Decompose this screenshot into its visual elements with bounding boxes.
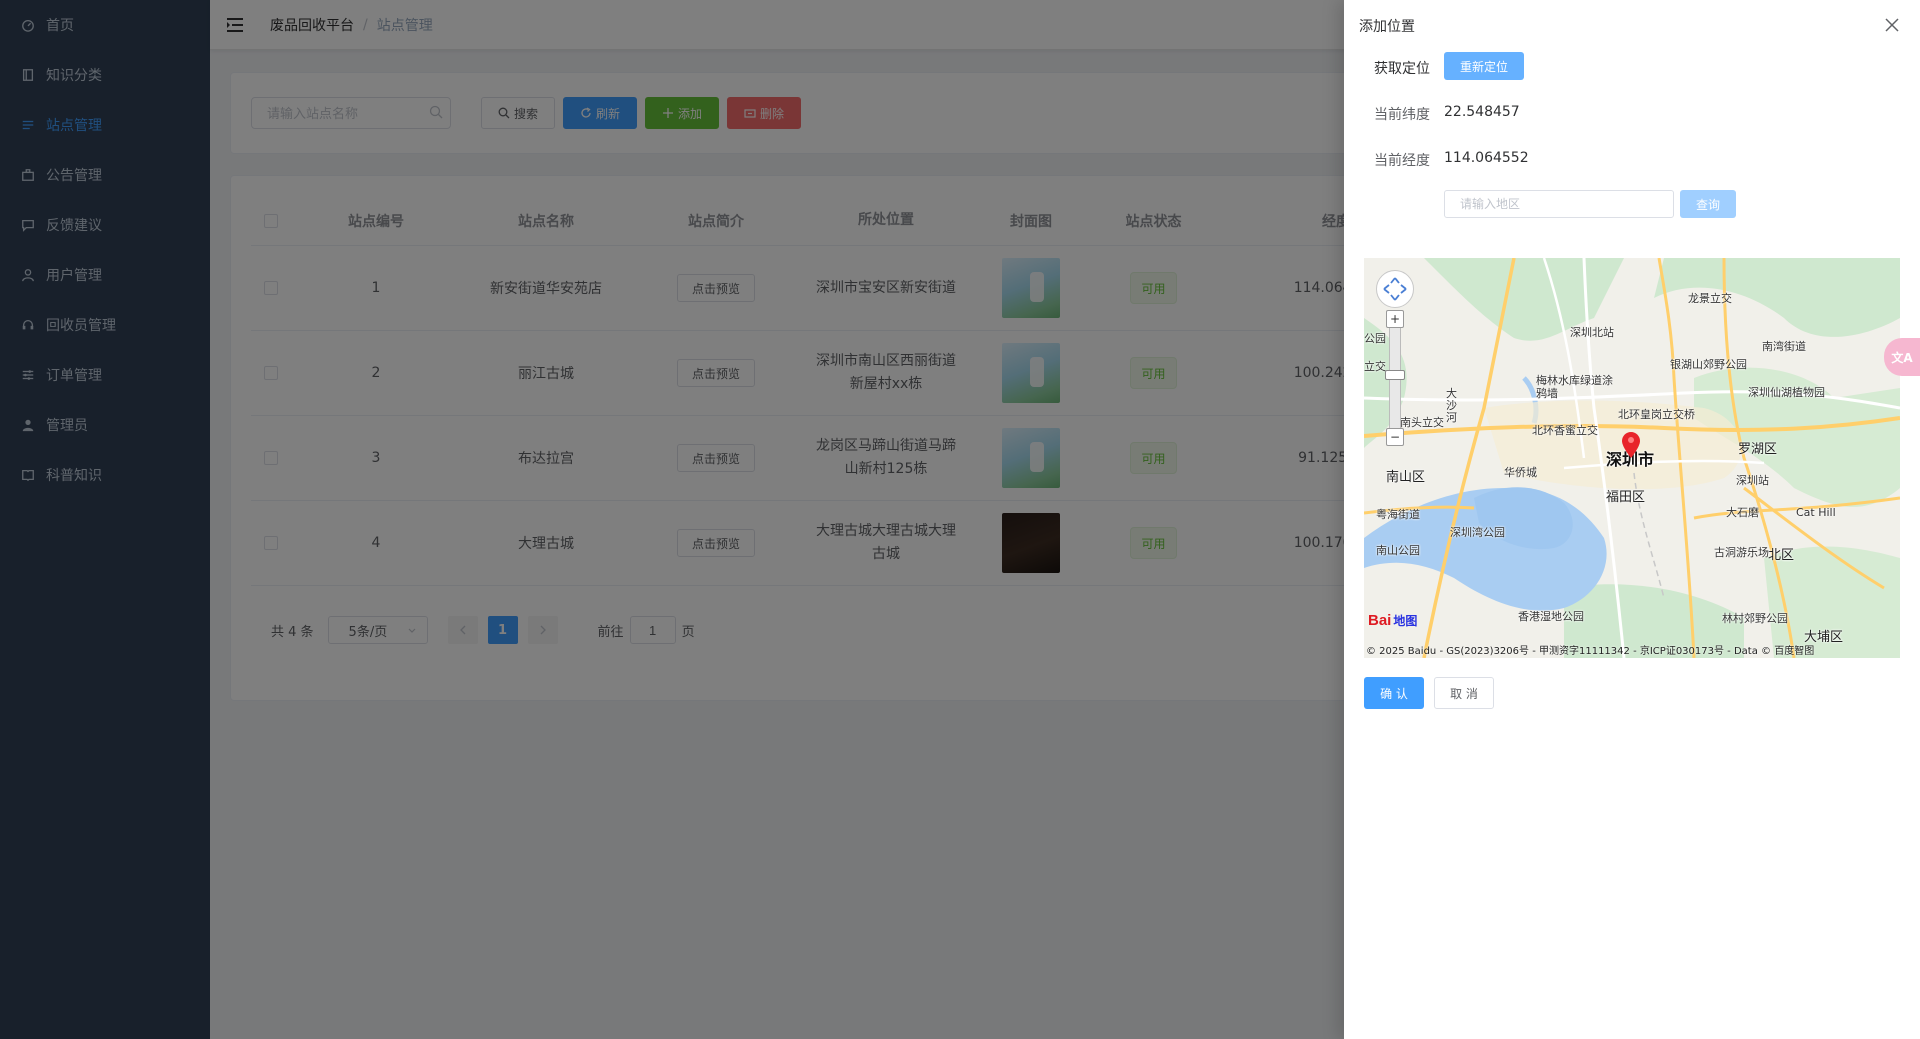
map-label: 华侨城 <box>1504 466 1537 479</box>
baidu-map-logo: Bai 地图 <box>1368 612 1417 629</box>
map-label: 北环香蜜立交 <box>1532 424 1598 437</box>
map-label: 香港湿地公园 <box>1518 610 1584 623</box>
latitude-value: 22.548457 <box>1444 104 1520 120</box>
map-label: 福田区 <box>1606 490 1646 505</box>
map-label: 公园 <box>1364 332 1386 345</box>
map-label: 深圳湾公园 <box>1450 526 1505 539</box>
map-label: 林村郊野公园 <box>1722 612 1788 625</box>
relocate-button[interactable]: 重新定位 <box>1444 52 1524 80</box>
map-label: 深圳仙湖植物园 <box>1748 386 1825 399</box>
map-label: 北区 <box>1768 548 1795 563</box>
drawer-title: 添加位置 <box>1359 19 1415 35</box>
map-label: 梅林水库绿道涂鸦墙 <box>1536 374 1613 400</box>
zoom-in-button[interactable]: + <box>1386 310 1404 328</box>
map-copyright: © 2025 Baidu - GS(2023)3206号 - 甲测资字11111… <box>1366 646 1815 657</box>
logo-text: Bai <box>1368 612 1392 629</box>
map-label: 粤海街道 <box>1376 508 1420 521</box>
map-label: 北环皇岗立交桥 <box>1618 408 1695 421</box>
latitude-label: 当前纬度 <box>1374 107 1430 123</box>
area-input[interactable] <box>1444 190 1674 218</box>
pan-arrows-icon <box>1383 277 1407 301</box>
map[interactable]: 深圳市 南山区 福田区 罗湖区 北区 大埔区 深圳北站 深圳站 龙景立交 南湾街… <box>1364 258 1900 658</box>
map-label: Cat Hill <box>1796 506 1836 519</box>
map-label: 南湾街道 <box>1762 340 1806 353</box>
map-label: 龙景立交 <box>1688 292 1732 305</box>
map-pan-control[interactable] <box>1376 270 1414 308</box>
longitude-label: 当前经度 <box>1374 153 1430 169</box>
location-pin-icon[interactable] <box>1622 432 1640 458</box>
zoom-slider-handle[interactable] <box>1385 370 1405 380</box>
map-label: 古洞游乐场 <box>1714 546 1769 559</box>
map-label: 大沙河 <box>1446 387 1457 424</box>
close-icon[interactable] <box>1884 17 1900 33</box>
longitude-value: 114.064552 <box>1444 150 1529 166</box>
get-location-label: 获取定位 <box>1374 61 1430 77</box>
map-label: 大石磨 <box>1726 506 1759 519</box>
map-label: 南头立交 <box>1400 416 1444 429</box>
confirm-button[interactable]: 确 认 <box>1364 677 1424 709</box>
map-label: 深圳站 <box>1736 474 1769 487</box>
add-location-drawer: 添加位置 获取定位 重新定位 当前纬度 22.548457 当前经度 114.0… <box>1344 0 1920 1039</box>
translate-button[interactable]: 文A <box>1884 338 1920 376</box>
map-label: 南山区 <box>1386 470 1426 485</box>
logo-text-2: 地图 <box>1393 614 1418 628</box>
map-label: 银湖山郊野公园 <box>1670 358 1747 371</box>
map-label: 南山公园 <box>1376 544 1420 557</box>
cancel-button[interactable]: 取 消 <box>1434 677 1494 709</box>
map-label: 立交 <box>1364 360 1386 373</box>
map-label: 罗湖区 <box>1738 442 1778 457</box>
zoom-out-button[interactable]: − <box>1386 428 1404 446</box>
query-button[interactable]: 查询 <box>1680 190 1736 218</box>
map-label: 深圳北站 <box>1570 326 1614 339</box>
